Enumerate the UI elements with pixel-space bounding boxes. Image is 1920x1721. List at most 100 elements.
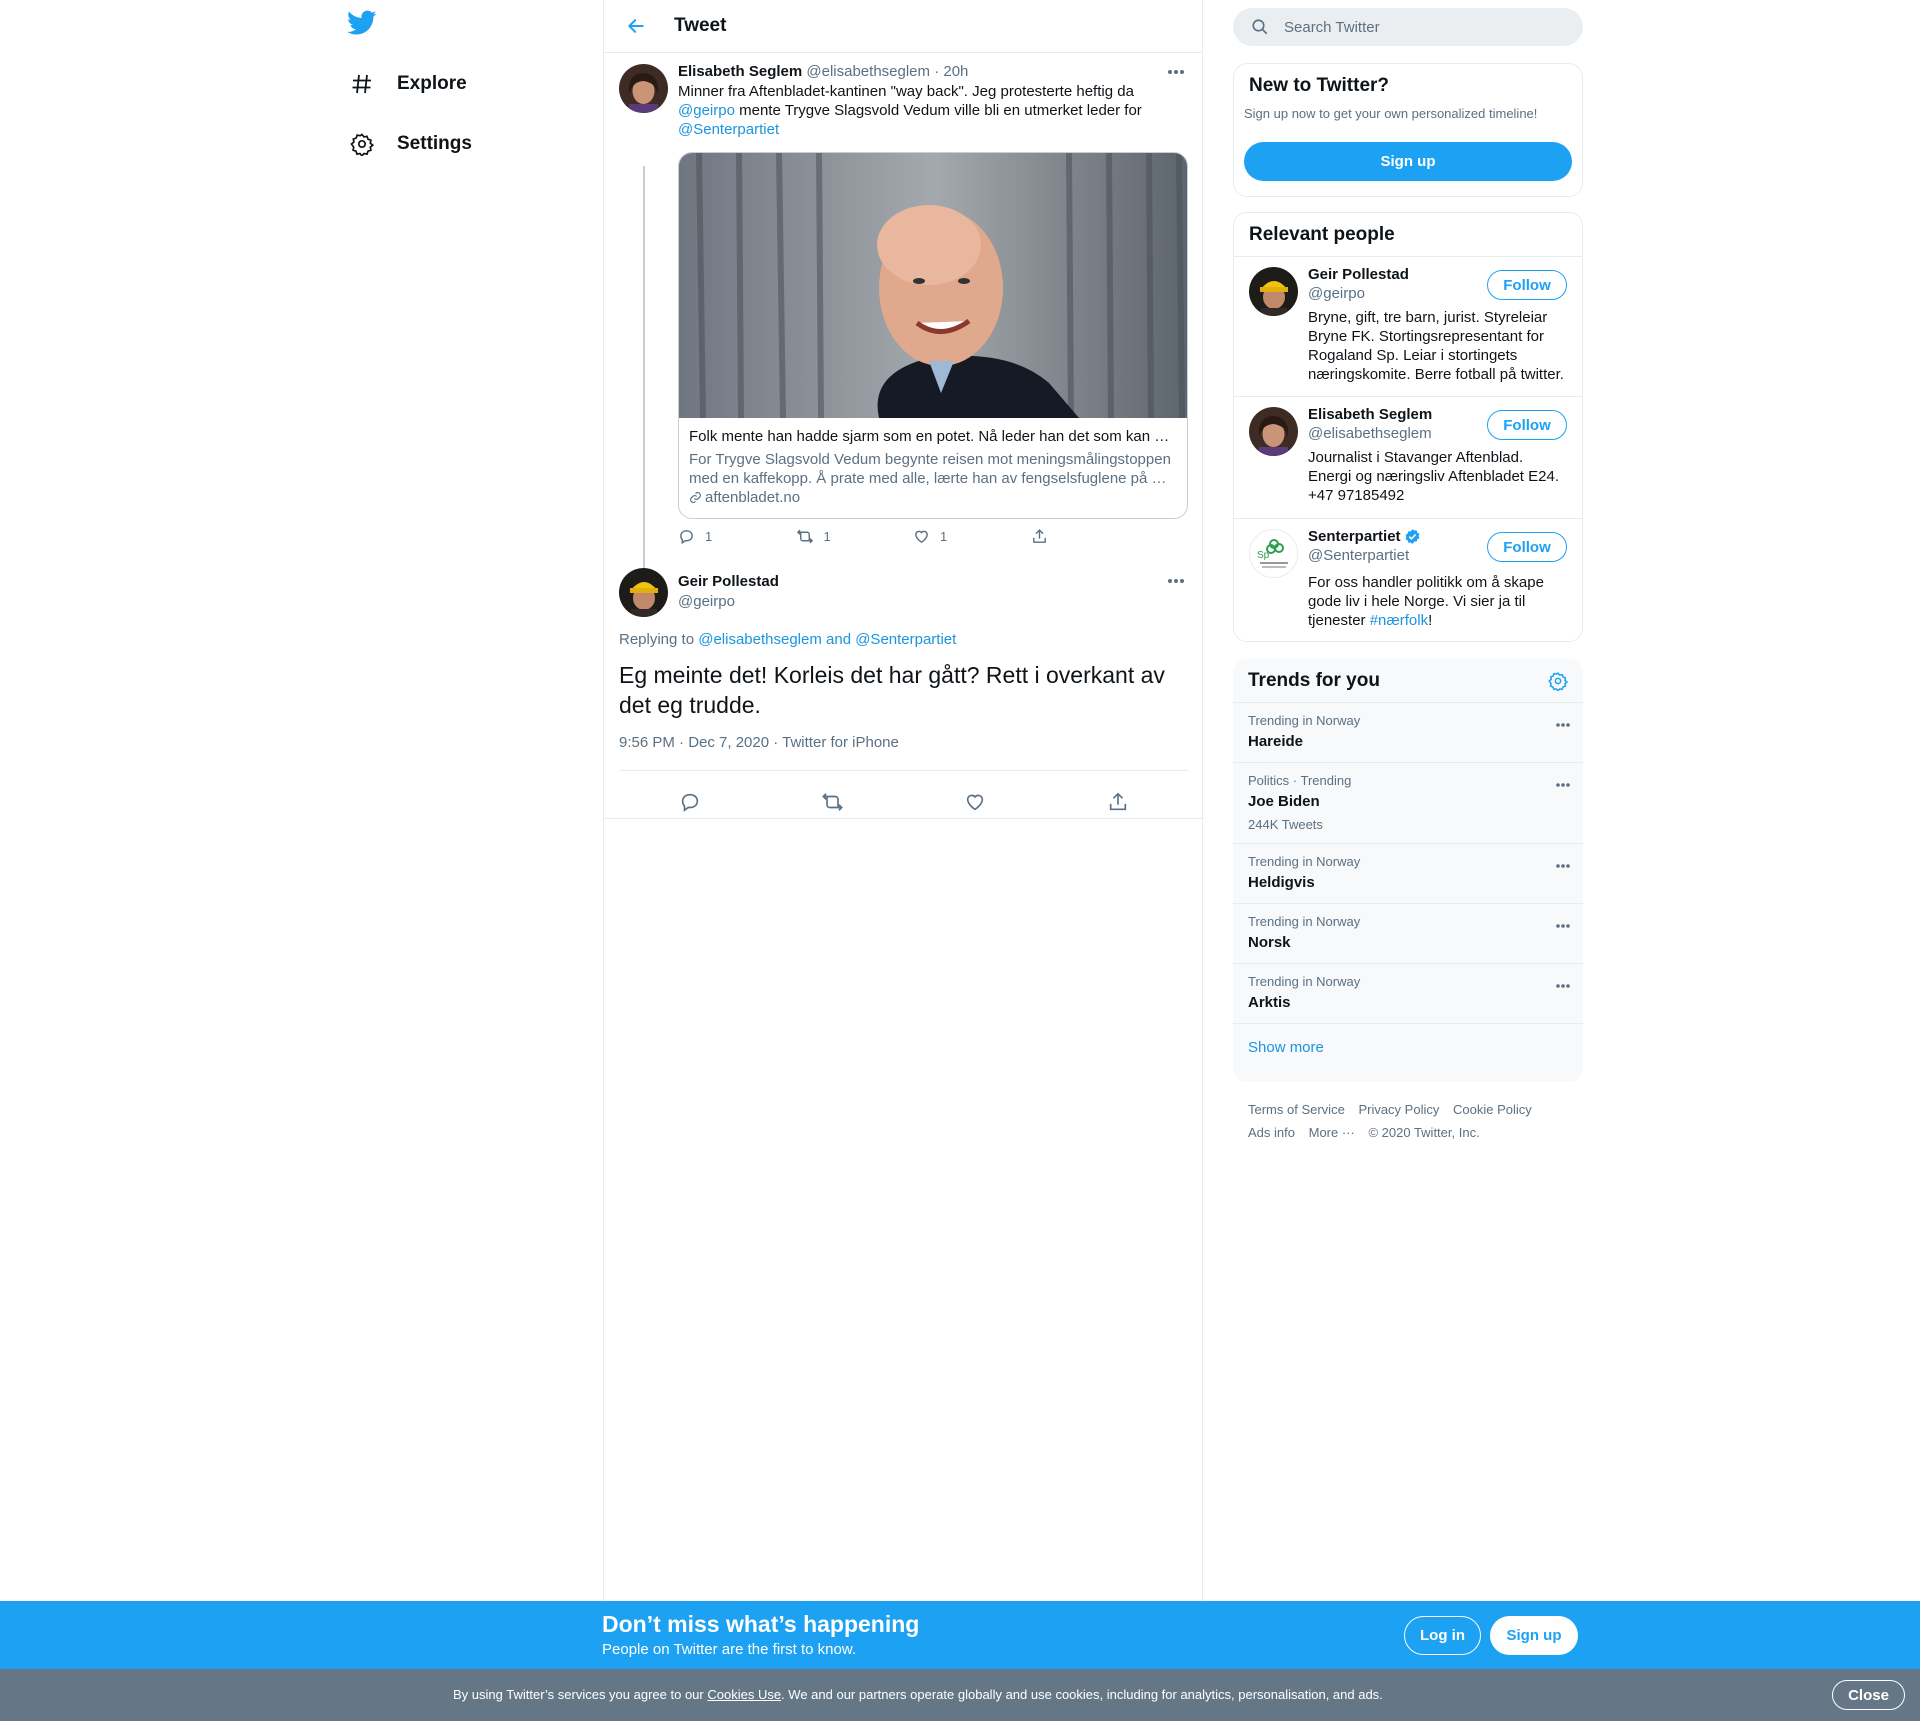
trend-name: Heldigvis bbox=[1248, 874, 1315, 891]
person-handle[interactable]: @Senterpartiet bbox=[1308, 546, 1421, 565]
tweet-actions bbox=[619, 782, 1189, 822]
follow-button[interactable]: Follow bbox=[1487, 410, 1567, 440]
author-name[interactable]: Geir Pollestad bbox=[678, 572, 779, 592]
trend-name: Norsk bbox=[1248, 934, 1291, 951]
person-bio: Bryne, gift, tre barn, jurist. Styreleia… bbox=[1308, 309, 1564, 383]
follow-button[interactable]: Follow bbox=[1487, 532, 1567, 562]
share-icon bbox=[1031, 528, 1058, 545]
trend-item[interactable]: Trending in Norway Heldigvis bbox=[1233, 844, 1583, 904]
avatar[interactable] bbox=[619, 568, 668, 617]
trends-title: Trends for you bbox=[1248, 669, 1380, 691]
retweet-icon bbox=[796, 528, 824, 545]
trend-item[interactable]: Trending in Norway Hareide bbox=[1233, 703, 1583, 763]
more-options-icon[interactable] bbox=[1555, 775, 1571, 793]
trend-item[interactable]: Trending in Norway Arktis bbox=[1233, 964, 1583, 1024]
search-box[interactable]: Search Twitter bbox=[1233, 8, 1583, 46]
author-handle[interactable]: @elisabethseglem bbox=[806, 63, 930, 80]
replying-to: Replying to @elisabethseglem and @Senter… bbox=[619, 631, 956, 648]
trend-item[interactable]: Politics · Trending Joe Biden 244K Tweet… bbox=[1233, 763, 1583, 844]
more-options-icon[interactable] bbox=[1555, 715, 1571, 733]
tweet-text-part: Minner fra Aftenbladet-kantinen "way bac… bbox=[678, 83, 1134, 100]
search-input[interactable]: Search Twitter bbox=[1284, 19, 1380, 36]
card-description: For Trygve Slagsvold Vedum begynte reise… bbox=[689, 451, 1171, 487]
reply-icon[interactable] bbox=[670, 782, 710, 822]
footer-link-privacy[interactable]: Privacy Policy bbox=[1358, 1102, 1439, 1117]
cookies-use-link[interactable]: Cookies Use bbox=[707, 1687, 781, 1702]
relevant-people-box: Relevant people Geir Pollestad @geirpo F… bbox=[1233, 212, 1583, 642]
avatar[interactable]: Sp bbox=[1249, 529, 1298, 578]
cookie-text: By using Twitter’s services you agree to… bbox=[453, 1687, 1383, 1702]
new-to-twitter-title: New to Twitter? bbox=[1249, 75, 1390, 96]
page-title: Tweet bbox=[674, 15, 727, 36]
person-elisabethseglem[interactable]: Elisabeth Seglem @elisabethseglem Follow… bbox=[1234, 397, 1582, 519]
footer-link-ads[interactable]: Ads info bbox=[1248, 1125, 1295, 1140]
reply-count: 1 bbox=[705, 529, 713, 544]
person-name[interactable]: Geir Pollestad bbox=[1308, 265, 1409, 284]
retweet-icon[interactable] bbox=[813, 782, 853, 822]
more-options-icon[interactable] bbox=[1166, 571, 1186, 591]
trend-name: Hareide bbox=[1248, 733, 1304, 750]
more-options-icon[interactable] bbox=[1555, 976, 1571, 994]
tweet-timestamp[interactable]: 9:56 PM · Dec 7, 2020 · Twitter for iPho… bbox=[619, 734, 899, 751]
like-count: 1 bbox=[940, 529, 948, 544]
person-name-row: Senterpartiet bbox=[1308, 527, 1421, 546]
like-button[interactable]: 1 bbox=[913, 528, 1031, 545]
person-info: Geir Pollestad @geirpo bbox=[1308, 265, 1409, 303]
follow-button[interactable]: Follow bbox=[1487, 270, 1567, 300]
trend-context: Politics · Trending bbox=[1248, 773, 1352, 788]
person-bio: Journalist i Stavanger Aftenblad. Energi… bbox=[1308, 449, 1559, 504]
share-button[interactable] bbox=[1031, 528, 1149, 545]
cookie-text-part: . We and our partners operate globally a… bbox=[781, 1687, 1383, 1702]
footer-link-terms[interactable]: Terms of Service bbox=[1248, 1102, 1345, 1117]
mention-link[interactable]: @geirpo bbox=[678, 102, 735, 119]
link-card[interactable]: Folk mente han hadde sjarm som en potet.… bbox=[678, 152, 1188, 519]
person-name[interactable]: Elisabeth Seglem bbox=[1308, 405, 1432, 424]
more-options-icon[interactable] bbox=[1555, 916, 1571, 934]
footer-link-cookie[interactable]: Cookie Policy bbox=[1453, 1102, 1532, 1117]
twitter-bird-icon[interactable] bbox=[347, 10, 381, 44]
cookie-text-part: By using Twitter’s services you agree to… bbox=[453, 1687, 708, 1702]
share-icon[interactable] bbox=[1098, 782, 1138, 822]
person-handle[interactable]: @elisabethseglem bbox=[1308, 424, 1432, 443]
retweet-button[interactable]: 1 bbox=[796, 528, 914, 545]
nav-explore[interactable]: Explore bbox=[347, 61, 467, 107]
log-in-button[interactable]: Log in bbox=[1404, 1616, 1481, 1655]
new-to-twitter-subtitle: Sign up now to get your own personalized… bbox=[1244, 106, 1538, 121]
card-meta: Folk mente han hadde sjarm som en potet.… bbox=[679, 418, 1187, 516]
avatar[interactable] bbox=[1249, 267, 1298, 316]
footer-link-more[interactable]: More ··· bbox=[1309, 1125, 1355, 1140]
nav-settings[interactable]: Settings bbox=[347, 121, 472, 167]
mention-link[interactable]: @Senterpartiet bbox=[678, 121, 779, 138]
reply-button[interactable]: 1 bbox=[678, 528, 796, 545]
heart-icon[interactable] bbox=[955, 782, 995, 822]
more-options-icon[interactable] bbox=[1555, 856, 1571, 874]
close-button[interactable]: Close bbox=[1832, 1680, 1905, 1710]
search-icon bbox=[1250, 17, 1270, 37]
person-handle[interactable]: @geirpo bbox=[1308, 284, 1409, 303]
show-more-link[interactable]: Show more bbox=[1233, 1024, 1583, 1071]
person-info: Elisabeth Seglem @elisabethseglem bbox=[1308, 405, 1432, 443]
trend-item[interactable]: Trending in Norway Norsk bbox=[1233, 904, 1583, 964]
gear-icon[interactable] bbox=[1548, 671, 1568, 691]
tweet-text: Minner fra Aftenbladet-kantinen "way bac… bbox=[678, 82, 1188, 139]
sign-up-button[interactable]: Sign up bbox=[1490, 1616, 1578, 1655]
relevant-people-title: Relevant people bbox=[1234, 213, 1582, 257]
hashtag-link[interactable]: #nærfolk bbox=[1370, 612, 1428, 629]
author-handle[interactable]: @geirpo bbox=[678, 593, 735, 610]
link-icon bbox=[689, 491, 702, 504]
person-name[interactable]: Senterpartiet bbox=[1308, 527, 1401, 546]
more-options-icon[interactable] bbox=[1166, 62, 1186, 82]
replying-to-links[interactable]: @elisabethseglem and @Senterpartiet bbox=[698, 631, 956, 648]
avatar[interactable] bbox=[619, 64, 668, 113]
person-geirpo[interactable]: Geir Pollestad @geirpo Follow Bryne, gif… bbox=[1234, 257, 1582, 397]
card-title: Folk mente han hadde sjarm som en potet.… bbox=[689, 428, 1170, 445]
avatar[interactable] bbox=[1249, 407, 1298, 456]
sign-up-button[interactable]: Sign up bbox=[1244, 142, 1572, 181]
person-senterpartiet[interactable]: Sp Senterpartiet @Senterpartiet Follow F… bbox=[1234, 519, 1582, 641]
retweet-count: 1 bbox=[823, 529, 831, 544]
tweet-time[interactable]: · 20h bbox=[934, 63, 968, 80]
back-arrow-icon[interactable] bbox=[621, 11, 651, 41]
trend-context: Trending in Norway bbox=[1248, 854, 1361, 869]
nav-explore-label: Explore bbox=[397, 73, 467, 94]
author-name[interactable]: Elisabeth Seglem bbox=[678, 63, 802, 80]
